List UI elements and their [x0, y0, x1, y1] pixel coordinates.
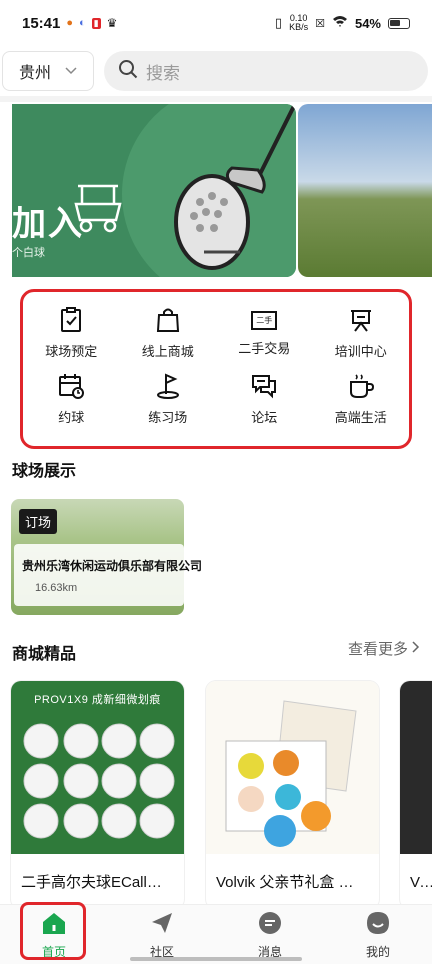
product-image — [400, 681, 432, 854]
search-input[interactable]: 搜索 — [104, 51, 428, 91]
net-speed: 0.10 KB/s — [289, 13, 309, 32]
chevron-right-icon — [412, 640, 420, 657]
top-bar: 贵州 搜索 — [0, 46, 432, 96]
banner-main[interactable]: 加入 个白球 — [12, 104, 296, 277]
nav-messages[interactable]: 消息 — [216, 905, 324, 964]
coffee-cup-icon — [347, 372, 375, 403]
sim-off-icon: ☒ — [315, 17, 325, 30]
wifi-icon — [332, 15, 348, 31]
crown-icon: ♛ — [106, 16, 118, 30]
home-highlight-box — [20, 902, 86, 960]
gesture-bar[interactable] — [130, 957, 302, 961]
func-match-booking[interactable]: 约球 — [23, 372, 120, 438]
banner-next-slide[interactable] — [298, 104, 432, 277]
function-grid-panel: 球场预定 线上商城 二手 二手交易 培训中心 约球 练习场 论坛 高端生活 — [20, 289, 412, 449]
shopping-bag-icon — [154, 306, 182, 337]
golf-cart-icon — [70, 182, 126, 239]
battery-percent: 54% — [354, 15, 381, 31]
search-placeholder: 搜索 — [146, 63, 180, 83]
clipboard-check-icon — [57, 306, 85, 337]
func-course-booking[interactable]: 球场预定 — [23, 306, 120, 372]
func-training-center[interactable]: 培训中心 — [313, 306, 410, 372]
golf-flag-icon — [154, 372, 182, 403]
battery-icon — [388, 17, 410, 29]
message-icon — [257, 910, 283, 939]
func-online-mall[interactable]: 线上商城 — [120, 306, 217, 372]
divider — [0, 96, 432, 102]
city-label: 贵州 — [18, 65, 51, 82]
booking-tag: 订场 — [19, 509, 58, 534]
product-image: PROV1X9 成新细微划痕 — [11, 681, 184, 854]
secondhand-tag-icon: 二手 — [250, 306, 278, 334]
product-card[interactable]: PROV1X9 成新细微划痕 二手高尔夫球ECall… — [11, 681, 184, 909]
func-driving-range[interactable]: 练习场 — [120, 372, 217, 438]
view-more-link[interactable]: 查看更多 — [348, 638, 420, 659]
mall-section-title: 商城精品 — [12, 646, 77, 663]
func-luxury-life[interactable]: 高端生活 — [313, 372, 410, 438]
product-card[interactable]: Volvik 父亲节礼盒 … — [206, 681, 379, 909]
func-forum[interactable]: 论坛 — [216, 372, 313, 438]
product-image — [206, 681, 379, 854]
presentation-board-icon — [347, 306, 375, 337]
notification-icons: ● — [66, 17, 74, 29]
func-secondhand[interactable]: 二手 二手交易 — [216, 306, 313, 372]
course-distance: 16.63km — [35, 582, 78, 594]
search-icon — [118, 59, 138, 84]
chat-bubbles-icon — [250, 372, 278, 403]
course-info-box — [14, 544, 184, 606]
calendar-clock-icon — [57, 372, 85, 403]
vibrate-icon: ▯ — [274, 15, 283, 30]
nav-profile[interactable]: 我的 — [324, 905, 432, 964]
banner-subtext: 个白球 — [12, 247, 45, 259]
course-section-title: 球场展示 — [12, 463, 77, 480]
product-card[interactable]: Vol — [400, 681, 432, 909]
city-selector[interactable]: 贵州 — [2, 51, 94, 91]
paper-plane-icon — [149, 910, 175, 939]
status-bar: 15:41 ● ◐ ▮ ♛ ▯ 0.10 KB/s ☒ 54% — [0, 0, 432, 46]
golf-ball-club-illustration — [170, 104, 296, 277]
profile-icon — [365, 910, 391, 939]
product-name: Volvik 父亲节礼盒 … — [216, 874, 354, 891]
status-time: 15:41 — [22, 14, 61, 32]
chevron-down-icon — [65, 62, 77, 80]
product-name: Vol — [410, 874, 431, 891]
nav-community[interactable]: 社区 — [108, 905, 216, 964]
course-name: 贵州乐湾休闲运动俱乐部有限公司 — [22, 559, 203, 573]
